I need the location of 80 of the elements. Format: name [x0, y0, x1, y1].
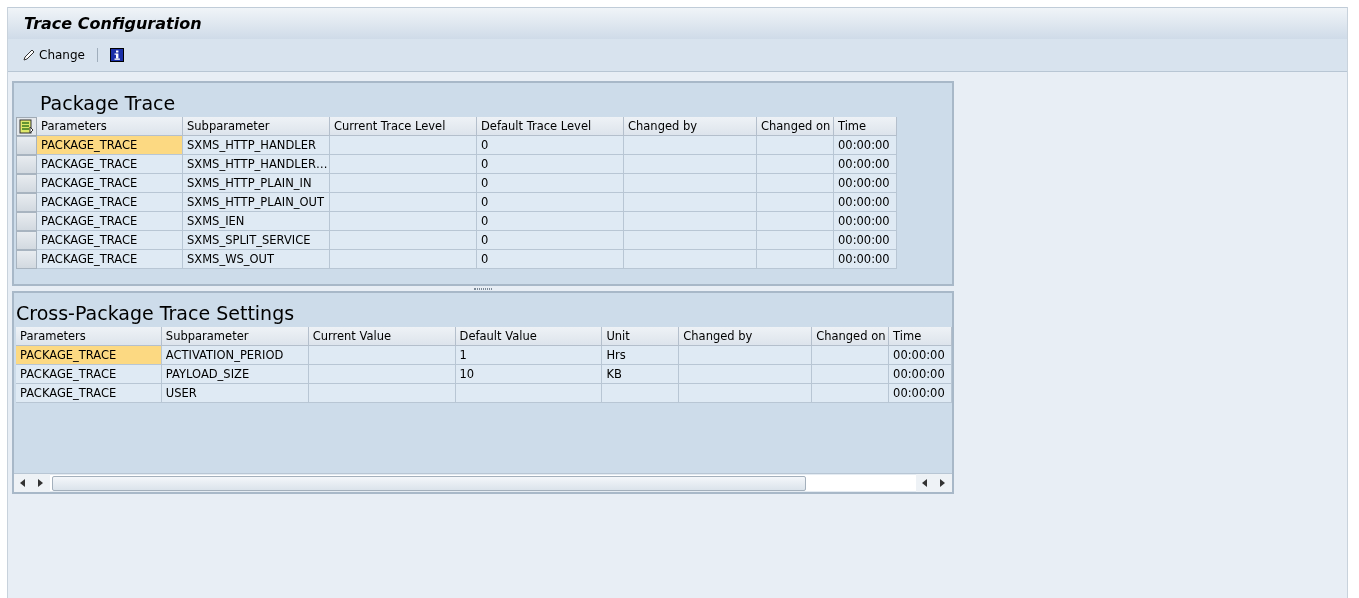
table-cell: 0	[477, 174, 624, 193]
scroll-left-button[interactable]	[14, 474, 32, 492]
layout-button[interactable]	[16, 117, 37, 136]
table-cell: 00:00:00	[889, 346, 952, 365]
table-cell: SXMS_IEN	[183, 212, 330, 231]
table-cell: 00:00:00	[834, 212, 897, 231]
column-header[interactable]: Default Trace Level	[477, 117, 624, 136]
column-header[interactable]: Parameters	[37, 117, 183, 136]
table-cell: PACKAGE_TRACE	[37, 212, 183, 231]
table-cell: 00:00:00	[889, 384, 952, 403]
table-cell: SXMS_HTTP_HANDLER	[183, 136, 330, 155]
info-button[interactable]	[107, 46, 126, 64]
table-cell: PACKAGE_TRACE	[37, 136, 183, 155]
table-cell: PACKAGE_TRACE	[37, 231, 183, 250]
table-cell: 00:00:00	[834, 231, 897, 250]
info-icon	[109, 48, 124, 62]
table-cell: PACKAGE_TRACE	[16, 384, 162, 403]
row-selector[interactable]	[16, 250, 37, 269]
splitter-handle[interactable]	[474, 287, 492, 290]
scroll-left-button[interactable]	[916, 474, 934, 492]
left-arrow-icon	[20, 479, 26, 487]
column-header[interactable]: Subparameter	[161, 327, 309, 346]
list-icon	[19, 119, 34, 134]
table-cell: SXMS_HTTP_HANDLER…	[183, 155, 330, 174]
table-cell: PACKAGE_TRACE	[16, 346, 162, 365]
panel-title: Package Trace	[39, 91, 177, 116]
table-cell: PAYLOAD_SIZE	[161, 365, 309, 384]
column-header[interactable]: Changed on	[757, 117, 834, 136]
table-cell: USER	[161, 384, 309, 403]
row-selector[interactable]	[16, 155, 37, 174]
column-header[interactable]: Changed by	[679, 327, 813, 346]
table-cell: PACKAGE_TRACE	[37, 193, 183, 212]
table-cell: 00:00:00	[834, 250, 897, 269]
table-cell: SXMS_HTTP_PLAIN_OUT	[183, 193, 330, 212]
column-header[interactable]: Time	[834, 117, 897, 136]
row-selector[interactable]	[16, 174, 37, 193]
row-selector[interactable]	[16, 193, 37, 212]
table-cell: ACTIVATION_PERIOD	[161, 346, 309, 365]
column-header[interactable]: Unit	[602, 327, 680, 346]
column-header[interactable]: Current Value	[308, 327, 456, 346]
panel-title: Cross-Package Trace Settings	[15, 301, 296, 326]
table-cell: PACKAGE_TRACE	[37, 174, 183, 193]
table-cell: PACKAGE_TRACE	[37, 250, 183, 269]
table-cell: 1	[455, 346, 603, 365]
table-cell: SXMS_WS_OUT	[183, 250, 330, 269]
column-header[interactable]: Subparameter	[183, 117, 330, 136]
column-header[interactable]: Changed by	[624, 117, 757, 136]
column-header[interactable]: Default Value	[455, 327, 603, 346]
right-arrow-icon	[38, 479, 44, 487]
table-cell: SXMS_SPLIT_SERVICE	[183, 231, 330, 250]
table-cell: 0	[477, 231, 624, 250]
table-cell: SXMS_HTTP_PLAIN_IN	[183, 174, 330, 193]
pencil-icon	[22, 48, 35, 62]
left-arrow-icon	[922, 479, 928, 487]
table-cell: 00:00:00	[834, 174, 897, 193]
table-cell: 00:00:00	[889, 365, 952, 384]
row-selector[interactable]	[16, 212, 37, 231]
row-selector[interactable]	[16, 231, 37, 250]
column-header[interactable]: Time	[889, 327, 952, 346]
table-cell: 0	[477, 136, 624, 155]
table-cell: 00:00:00	[834, 136, 897, 155]
table-cell: 0	[477, 212, 624, 231]
scroll-right-button[interactable]	[934, 474, 952, 492]
column-header[interactable]: Current Trace Level	[330, 117, 477, 136]
table-cell: 00:00:00	[834, 155, 897, 174]
right-arrow-icon	[940, 479, 946, 487]
table-cell: 00:00:00	[834, 193, 897, 212]
scroll-right-button[interactable]	[32, 474, 50, 492]
table-cell: Hrs	[602, 346, 680, 365]
window-title: Trace Configuration	[24, 14, 202, 33]
table-cell: 0	[477, 250, 624, 269]
table-cell: KB	[602, 365, 680, 384]
table-cell: 0	[477, 155, 624, 174]
table-cell: 0	[477, 193, 624, 212]
change-button[interactable]: Change	[20, 46, 87, 64]
table-cell: PACKAGE_TRACE	[37, 155, 183, 174]
table-cell: 10	[455, 365, 603, 384]
table-cell: PACKAGE_TRACE	[16, 365, 162, 384]
column-header[interactable]: Parameters	[16, 327, 162, 346]
column-header[interactable]: Changed on	[812, 327, 890, 346]
